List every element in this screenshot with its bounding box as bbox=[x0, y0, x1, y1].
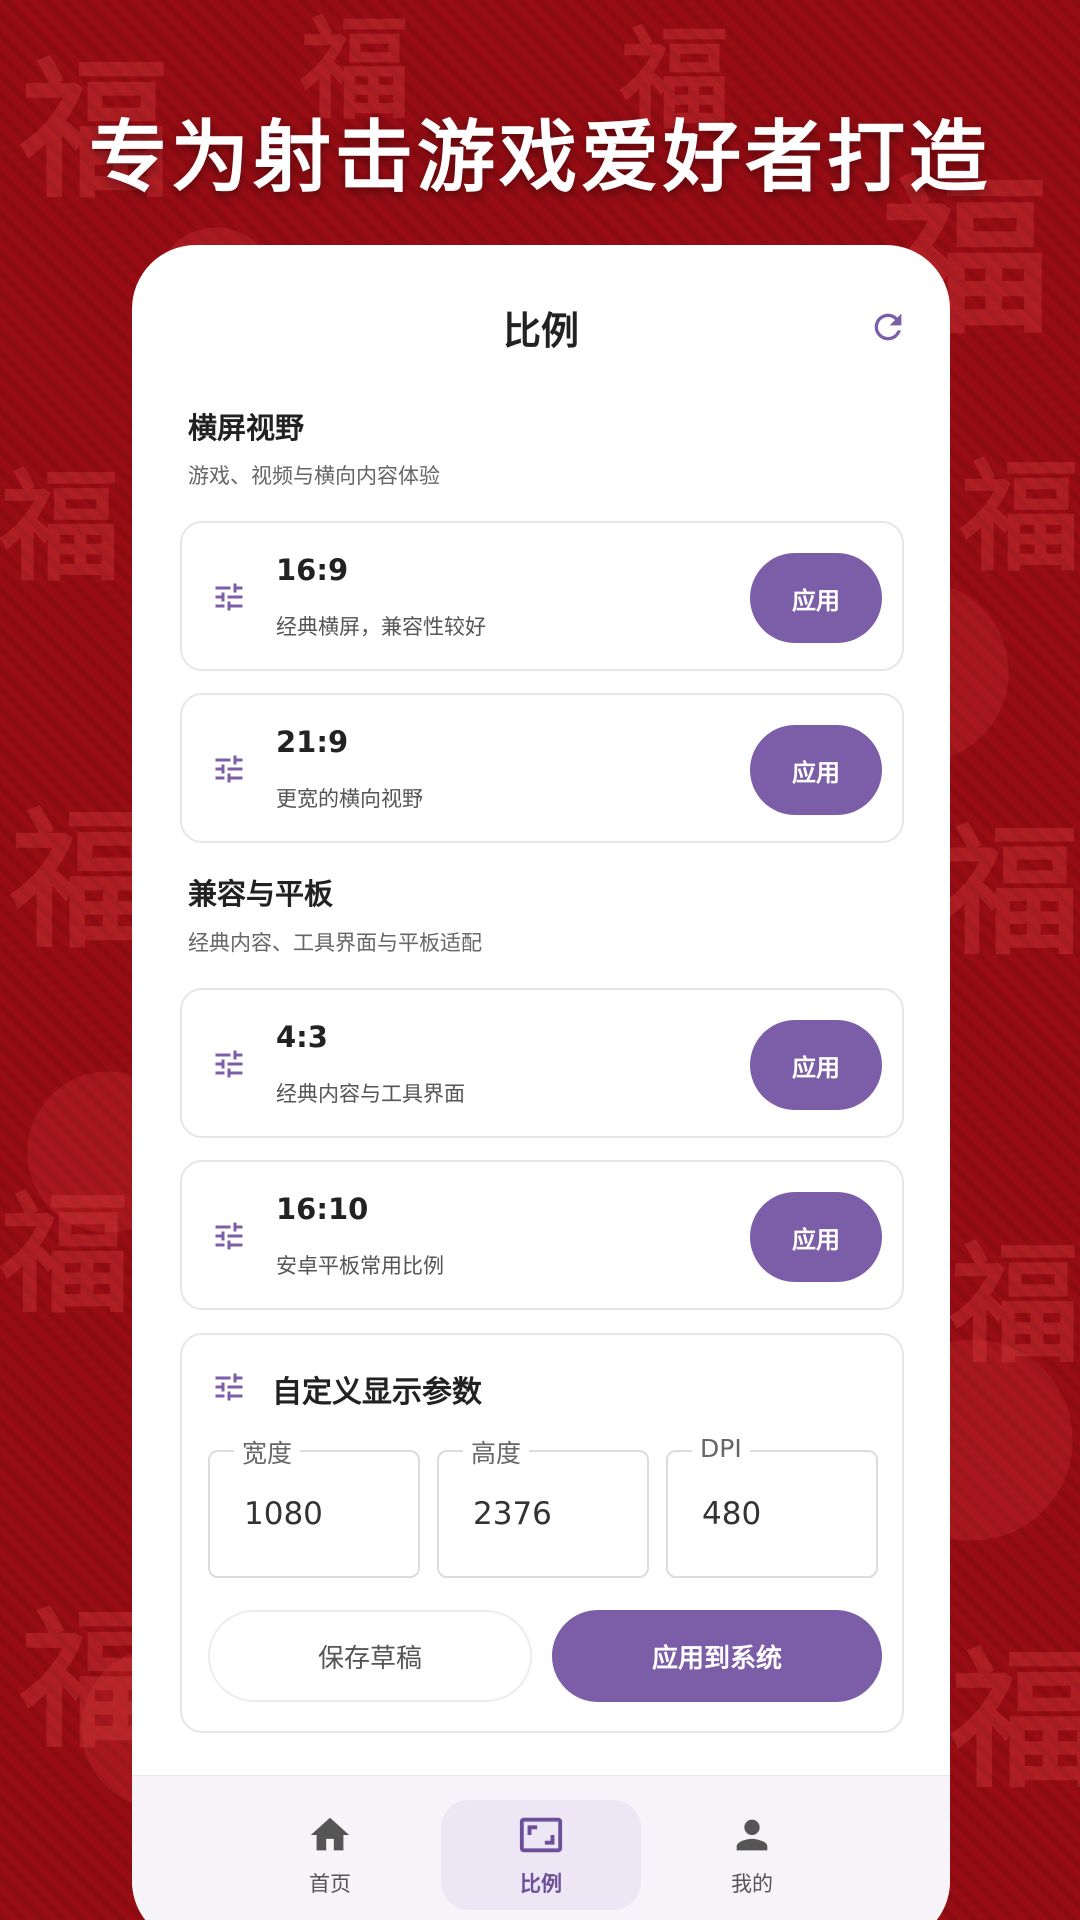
custom-display-card: 自定义显示参数 宽度 1080 高度 2376 DPI 480 保存草稿 应用到… bbox=[180, 1333, 904, 1733]
height-label: 高度 bbox=[463, 1434, 530, 1470]
aspect-ratio-icon bbox=[519, 1817, 563, 1853]
width-label: 宽度 bbox=[234, 1434, 301, 1470]
width-field[interactable]: 宽度 1080 bbox=[208, 1434, 420, 1578]
ratio-description: 更宽的横向视野 bbox=[276, 787, 423, 811]
apply-to-system-button[interactable]: 应用到系统 bbox=[552, 1610, 882, 1702]
apply-button[interactable]: 应用 bbox=[750, 725, 882, 815]
ratio-value: 16:10 bbox=[276, 1192, 369, 1226]
person-icon bbox=[736, 1819, 768, 1851]
nav-label-ratio: 比例 bbox=[520, 1872, 562, 1896]
nav-item-profile[interactable]: 我的 bbox=[652, 1800, 852, 1910]
bottom-nav: 首页 比例 我的 bbox=[132, 1775, 950, 1920]
headline: 专为射击游戏爱好者打造 bbox=[88, 113, 991, 203]
ratio-value: 16:9 bbox=[276, 553, 349, 587]
nav-item-home[interactable]: 首页 bbox=[230, 1800, 430, 1910]
ratio-card-4-3: 4:3 经典内容与工具界面 应用 bbox=[180, 988, 904, 1138]
ratio-value: 4:3 bbox=[276, 1020, 328, 1054]
ratio-description: 经典横屏，兼容性较好 bbox=[276, 615, 486, 639]
nav-label-profile: 我的 bbox=[731, 1872, 773, 1896]
ratio-description: 安卓平板常用比例 bbox=[276, 1254, 444, 1278]
ratio-description: 经典内容与工具界面 bbox=[276, 1082, 465, 1106]
page-title: 比例 bbox=[502, 309, 579, 353]
apply-button[interactable]: 应用 bbox=[750, 1020, 882, 1110]
height-field[interactable]: 高度 2376 bbox=[437, 1434, 649, 1578]
home-icon bbox=[310, 1817, 350, 1851]
tune-icon bbox=[215, 1373, 243, 1401]
dpi-label: DPI bbox=[692, 1434, 750, 1463]
section-title-compat: 兼容与平板 bbox=[188, 877, 334, 911]
dpi-input[interactable]: 480 bbox=[702, 1496, 862, 1532]
ratio-card-16-10: 16:10 安卓平板常用比例 应用 bbox=[180, 1160, 904, 1310]
section-subtitle-landscape: 游戏、视频与横向内容体验 bbox=[188, 464, 440, 488]
phone-screen: 比例 横屏视野 游戏、视频与横向内容体验 16:9 经典横屏，兼容性较好 应用 … bbox=[132, 245, 950, 1920]
tune-icon bbox=[215, 1222, 243, 1250]
section-title-landscape: 横屏视野 bbox=[188, 411, 305, 445]
refresh-icon[interactable] bbox=[868, 307, 908, 347]
tune-icon bbox=[215, 1050, 243, 1078]
save-draft-button[interactable]: 保存草稿 bbox=[208, 1610, 532, 1702]
top-bar: 比例 bbox=[132, 245, 950, 385]
ratio-card-21-9: 21:9 更宽的横向视野 应用 bbox=[180, 693, 904, 843]
tune-icon bbox=[215, 755, 243, 783]
tune-icon bbox=[215, 583, 243, 611]
height-input[interactable]: 2376 bbox=[473, 1496, 633, 1532]
dpi-field[interactable]: DPI 480 bbox=[666, 1434, 878, 1578]
apply-button[interactable]: 应用 bbox=[750, 553, 882, 643]
apply-button[interactable]: 应用 bbox=[750, 1192, 882, 1282]
ratio-value: 21:9 bbox=[276, 725, 349, 759]
nav-label-home: 首页 bbox=[309, 1872, 351, 1896]
custom-title: 自定义显示参数 bbox=[272, 1375, 482, 1410]
section-subtitle-compat: 经典内容、工具界面与平板适配 bbox=[188, 931, 482, 955]
ratio-card-16-9: 16:9 经典横屏，兼容性较好 应用 bbox=[180, 521, 904, 671]
nav-item-ratio[interactable]: 比例 bbox=[441, 1800, 641, 1910]
width-input[interactable]: 1080 bbox=[244, 1496, 404, 1532]
